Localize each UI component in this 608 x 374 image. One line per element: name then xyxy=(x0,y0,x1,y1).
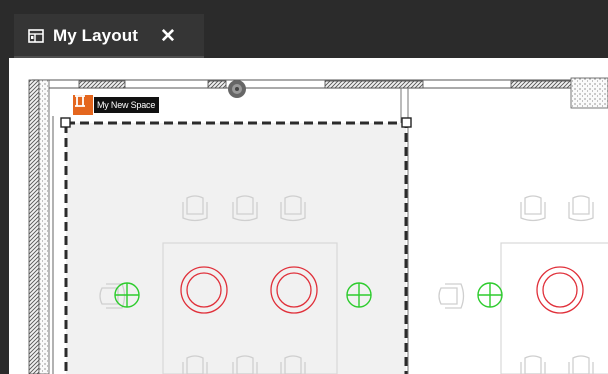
resize-handle-top-right[interactable] xyxy=(401,117,412,128)
room-my-new-space[interactable] xyxy=(66,123,406,374)
document-tab-bar: My Layout ✕ xyxy=(0,0,608,58)
layout-icon xyxy=(28,28,44,44)
space-label-text: My New Space xyxy=(94,96,160,113)
close-icon[interactable]: ✕ xyxy=(160,27,176,46)
space-label-tag[interactable]: My New Space xyxy=(73,94,160,115)
adjacent-room-table xyxy=(500,242,608,374)
tab-my-layout[interactable]: My Layout ✕ xyxy=(14,14,204,58)
green-fixture-1[interactable] xyxy=(114,282,140,308)
green-fixture-2[interactable] xyxy=(346,282,372,308)
adjacent-green-fixture[interactable] xyxy=(477,282,503,308)
exterior-wall-left xyxy=(28,79,54,374)
resize-handle-top-left[interactable] xyxy=(60,117,71,128)
floor-plan-canvas[interactable]: My New Space xyxy=(9,58,608,374)
space-icon xyxy=(73,94,93,115)
adjacent-red-fixture[interactable] xyxy=(536,266,584,314)
column-marker xyxy=(228,80,246,98)
tab-title: My Layout xyxy=(53,26,138,45)
adjacent-room-chairs xyxy=(438,195,594,374)
